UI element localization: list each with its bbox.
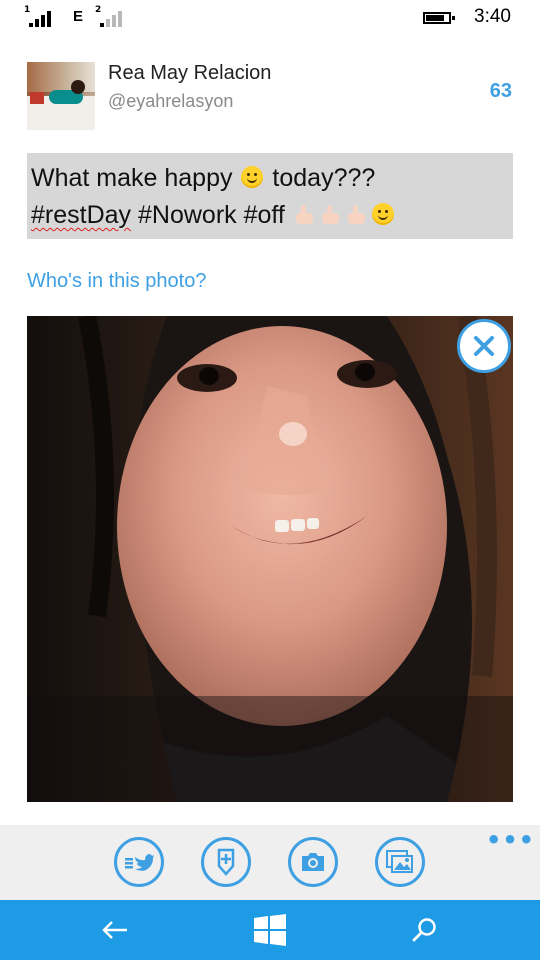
back-arrow-icon — [102, 921, 127, 939]
tweet-line-2: #restDay #Nowork #off — [31, 197, 509, 234]
remaining-character-count: 63 — [489, 80, 512, 102]
attached-photo — [27, 316, 513, 802]
clock: 3:40 — [474, 6, 511, 27]
misspelled-hashtag[interactable]: #restDay — [31, 201, 131, 229]
start-button[interactable] — [252, 912, 288, 948]
user-name: Rea May Relacion — [108, 62, 272, 84]
search-icon — [412, 918, 436, 942]
profile-header: Rea May Relacion @eyahrelasyon 63 — [27, 62, 513, 132]
more-options-button[interactable]: ••• — [486, 828, 535, 852]
tweet-text-part: today??? — [272, 164, 376, 192]
send-tweet-button[interactable] — [114, 837, 164, 887]
back-button[interactable] — [97, 912, 133, 948]
navigation-bar — [0, 900, 540, 960]
gallery-icon — [386, 850, 413, 873]
windows-start-icon — [254, 914, 286, 946]
tweet-text-part: What make happy — [31, 164, 233, 192]
tweet-line-1: What make happy today??? — [31, 160, 509, 197]
tweet-text-input[interactable]: What make happy today??? #restDay #Nowor… — [27, 153, 513, 239]
tag-people-link[interactable]: Who's in this photo? — [27, 270, 206, 293]
avatar — [27, 62, 95, 130]
smiley-emoji-icon — [241, 166, 264, 188]
location-pin-icon — [217, 848, 235, 876]
user-handle: @eyahrelasyon — [108, 91, 234, 111]
pointing-up-emoji-icon — [295, 205, 315, 225]
smiley-emoji-icon — [371, 203, 394, 225]
app-bar: ••• — [0, 825, 540, 900]
camera-icon — [302, 853, 324, 871]
add-location-button[interactable] — [201, 837, 251, 887]
pointing-up-emoji-icon — [347, 205, 367, 225]
tweet-send-icon — [125, 854, 154, 871]
take-photo-button[interactable] — [288, 837, 338, 887]
selfie-image — [27, 316, 513, 802]
pointing-up-emoji-icon — [321, 205, 341, 225]
status-bar: 1 E 2 3:40 — [0, 0, 540, 36]
battery-icon — [423, 12, 455, 24]
search-button[interactable] — [407, 912, 443, 948]
close-icon — [474, 336, 494, 356]
remove-photo-button[interactable] — [457, 319, 511, 373]
tweet-hashtags: #Nowork #off — [138, 201, 285, 229]
network-type-label: E — [73, 8, 84, 25]
choose-photo-button[interactable] — [375, 837, 425, 887]
